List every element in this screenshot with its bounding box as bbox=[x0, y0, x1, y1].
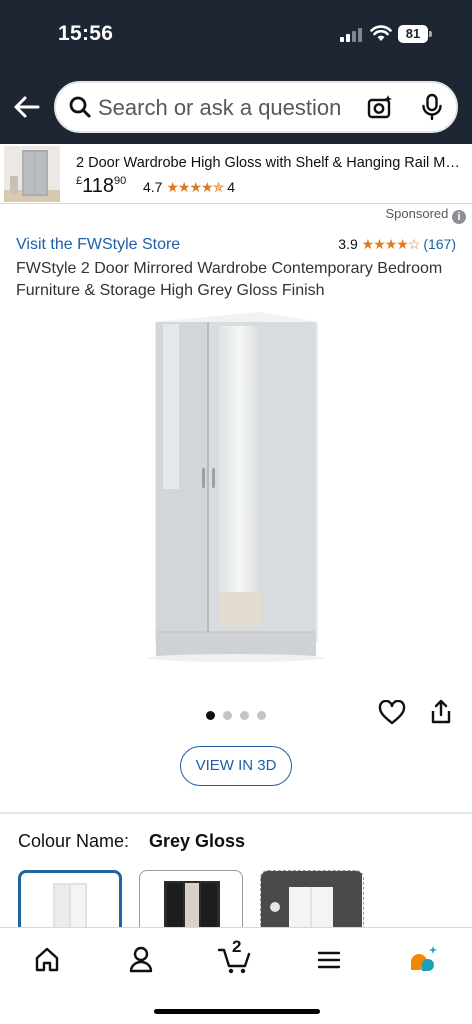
account-icon[interactable] bbox=[121, 942, 161, 976]
search-input[interactable] bbox=[98, 95, 356, 121]
wishlist-heart-icon[interactable] bbox=[378, 700, 406, 726]
carousel-dot[interactable] bbox=[240, 711, 249, 720]
battery-indicator: 81 bbox=[398, 25, 428, 43]
home-indicator[interactable] bbox=[154, 1009, 320, 1014]
camera-search-icon[interactable] bbox=[366, 93, 394, 121]
rufus-icon[interactable] bbox=[403, 942, 443, 976]
info-icon[interactable]: i bbox=[452, 210, 466, 224]
ad-rating: 4.7 ★★★★✯ 4 bbox=[143, 179, 235, 196]
view-in-3d-button[interactable]: VIEW IN 3D bbox=[180, 746, 292, 786]
sponsored-text: Sponsored bbox=[385, 206, 449, 221]
back-arrow-icon[interactable] bbox=[12, 92, 42, 122]
cellular-signal-icon bbox=[340, 28, 364, 42]
store-link[interactable]: Visit the FWStyle Store bbox=[16, 236, 180, 254]
microphone-icon[interactable] bbox=[420, 93, 444, 121]
section-divider bbox=[0, 812, 472, 814]
sponsored-product-strip[interactable]: 2 Door Wardrobe High Gloss with Shelf & … bbox=[0, 144, 472, 204]
search-icon bbox=[69, 96, 91, 118]
colour-name-value: Grey Gloss bbox=[149, 831, 246, 851]
ad-product-thumbnail bbox=[4, 146, 60, 202]
ad-review-count: 4 bbox=[227, 179, 235, 195]
product-rating[interactable]: 3.9 ★★★★☆ (167) bbox=[338, 236, 456, 253]
search-bar[interactable] bbox=[54, 81, 458, 133]
carousel-dot[interactable] bbox=[257, 711, 266, 720]
share-icon[interactable] bbox=[428, 698, 454, 726]
product-image-wardrobe[interactable] bbox=[0, 302, 472, 692]
app-header: 15:56 81 bbox=[0, 0, 472, 144]
product-star-rating-icon: ★★★★☆ bbox=[361, 236, 421, 252]
ad-price-whole: 118 bbox=[82, 175, 115, 197]
home-icon[interactable] bbox=[27, 942, 67, 976]
ad-star-rating-icon: ★★★★✯ bbox=[166, 179, 224, 195]
ad-product-title: 2 Door Wardrobe High Gloss with Shelf & … bbox=[76, 155, 460, 171]
battery-cap bbox=[429, 31, 432, 37]
carousel-dot[interactable] bbox=[206, 711, 215, 720]
ad-price-fraction: 90 bbox=[114, 175, 127, 187]
status-time: 15:56 bbox=[58, 22, 114, 45]
ad-rating-value: 4.7 bbox=[143, 179, 163, 195]
sponsored-label[interactable]: Sponsored i bbox=[385, 206, 466, 224]
product-rating-value: 3.9 bbox=[338, 236, 358, 252]
carousel-dot[interactable] bbox=[223, 711, 232, 720]
ad-price: £11890 bbox=[76, 175, 126, 198]
wifi-icon bbox=[370, 25, 392, 41]
product-title: FWStyle 2 Door Mirrored Wardrobe Contemp… bbox=[16, 260, 443, 299]
cart-count-badge: 2 bbox=[232, 937, 242, 956]
colour-name-label: Colour Name: bbox=[18, 831, 130, 851]
menu-icon[interactable] bbox=[309, 942, 349, 976]
product-review-count[interactable]: (167) bbox=[423, 236, 456, 252]
